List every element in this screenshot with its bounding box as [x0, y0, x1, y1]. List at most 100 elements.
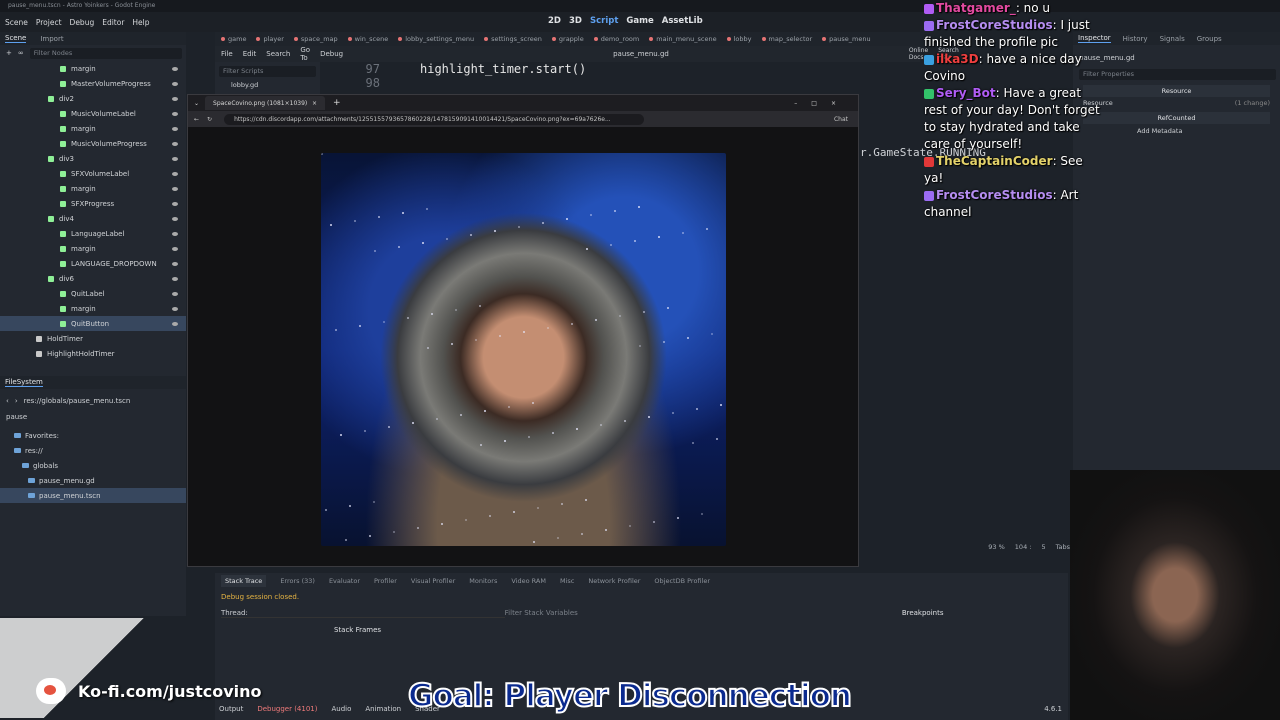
scene-tab[interactable]: player [256, 35, 284, 43]
scene-tree-node[interactable]: MusicVolumeLabel [0, 106, 186, 121]
chat-button[interactable]: Chat [834, 116, 848, 123]
browser-tab[interactable]: SpaceCovino.png (1081×1039) × [205, 96, 326, 110]
scene-tab[interactable]: settings_screen [484, 35, 542, 43]
filesystem-item[interactable]: res:// [0, 443, 186, 458]
visibility-icon[interactable] [172, 291, 178, 296]
scene-tab[interactable]: space_map [293, 35, 338, 43]
filter-properties-input[interactable]: Filter Properties [1079, 68, 1276, 80]
back-icon[interactable]: ‹ [6, 397, 9, 405]
visibility-icon[interactable] [172, 276, 178, 281]
visibility-icon[interactable] [172, 246, 178, 251]
scene-tree-node[interactable]: HighlightHoldTimer [0, 346, 186, 361]
workspace-game[interactable]: Game [626, 16, 653, 26]
visibility-icon[interactable] [172, 231, 178, 236]
menu-debug[interactable]: Debug [70, 18, 95, 27]
code-editor[interactable]: 97 highlight_timer.start() 98 [330, 62, 860, 94]
menu-editor[interactable]: Editor [102, 18, 124, 27]
thread-selector[interactable]: Thread: [221, 609, 505, 618]
visibility-icon[interactable] [172, 306, 178, 311]
script-menu-debug[interactable]: Debug [320, 50, 343, 58]
panel-output[interactable]: Output [219, 705, 243, 713]
debugger-tab[interactable]: Monitors [469, 577, 497, 585]
scene-tree-node[interactable]: margin [0, 301, 186, 316]
scene-tree-node[interactable]: MusicVolumeProgress [0, 136, 186, 151]
debugger-tab[interactable]: Profiler [374, 577, 397, 585]
visibility-icon[interactable] [172, 156, 178, 161]
workspace-3d[interactable]: 3D [569, 16, 582, 26]
tab-history[interactable]: History [1123, 35, 1148, 43]
scene-tree-node[interactable]: SFXProgress [0, 196, 186, 211]
fs-search-input[interactable]: pause [6, 413, 27, 421]
filter-scripts-input[interactable]: Filter Scripts [219, 66, 316, 77]
visibility-icon[interactable] [172, 201, 178, 206]
filesystem-item[interactable]: globals [0, 458, 186, 473]
script-menu-edit[interactable]: Edit [243, 50, 257, 58]
tab-import[interactable]: Import [40, 35, 63, 43]
scene-tree-node[interactable]: QuitLabel [0, 286, 186, 301]
visibility-icon[interactable] [172, 321, 178, 326]
tab-filesystem[interactable]: FileSystem [5, 378, 43, 387]
filesystem-item[interactable]: pause_menu.tscn [0, 488, 186, 503]
add-node-icon[interactable]: + [6, 49, 12, 57]
visibility-icon[interactable] [172, 216, 178, 221]
new-tab-icon[interactable]: + [333, 98, 341, 108]
visibility-icon[interactable] [172, 126, 178, 131]
scene-tab[interactable]: game [221, 35, 246, 43]
scene-tab[interactable]: lobby_settings_menu [398, 35, 474, 43]
workspace-script[interactable]: Script [590, 16, 618, 26]
visibility-icon[interactable] [172, 171, 178, 176]
visibility-icon[interactable] [172, 186, 178, 191]
visibility-icon[interactable] [172, 96, 178, 101]
scene-tree-node[interactable]: margin [0, 61, 186, 76]
visibility-icon[interactable] [172, 66, 178, 71]
tab-scene[interactable]: Scene [5, 34, 27, 43]
visibility-icon[interactable] [172, 111, 178, 116]
scene-tree-node[interactable]: LanguageLabel [0, 226, 186, 241]
debugger-tab[interactable]: Errors (33) [280, 577, 315, 585]
link-icon[interactable]: ∞ [18, 49, 24, 57]
panel-audio[interactable]: Audio [331, 705, 351, 713]
workspace-2d[interactable]: 2D [548, 16, 561, 26]
scene-tree-node[interactable]: div4 [0, 211, 186, 226]
filesystem-item[interactable]: Favorites: [0, 428, 186, 443]
menu-help[interactable]: Help [132, 18, 149, 27]
scene-tree-node[interactable]: div2 [0, 91, 186, 106]
debugger-tab[interactable]: Evaluator [329, 577, 360, 585]
debugger-tab[interactable]: Video RAM [511, 577, 546, 585]
panel-animation[interactable]: Animation [365, 705, 401, 713]
filter-nodes-input[interactable]: Filter Nodes [29, 47, 182, 59]
menu-scene[interactable]: Scene [5, 18, 28, 27]
scene-tab[interactable]: demo_room [593, 35, 639, 43]
scene-tree-node[interactable]: LANGUAGE_DROPDOWN [0, 256, 186, 271]
scene-tab[interactable]: main_menu_scene [649, 35, 717, 43]
script-menu-goto[interactable]: Go To [300, 46, 310, 62]
add-metadata-button[interactable]: Add Metadata [1073, 124, 1280, 135]
window-controls[interactable]: –□× [794, 100, 850, 107]
scene-tab[interactable]: pause_menu [822, 35, 871, 43]
indent-mode[interactable]: Tabs [1056, 543, 1070, 551]
debugger-tab[interactable]: Stack Trace [221, 575, 267, 587]
visibility-icon[interactable] [172, 81, 178, 86]
scene-tree-node[interactable]: MasterVolumeProgress [0, 76, 186, 91]
debugger-tab[interactable]: ObjectDB Profiler [654, 577, 710, 585]
panel-debugger[interactable]: Debugger (4101) [257, 705, 317, 713]
tab-groups[interactable]: Groups [1197, 35, 1222, 43]
visibility-icon[interactable] [172, 261, 178, 266]
scene-tree-node[interactable]: margin [0, 241, 186, 256]
forward-icon[interactable]: › [15, 397, 18, 405]
address-bar[interactable]: https://cdn.discordapp.com/attachments/1… [224, 113, 645, 125]
scene-tree-node[interactable]: div3 [0, 151, 186, 166]
resource-section[interactable]: Resource [1083, 85, 1270, 97]
menu-project[interactable]: Project [36, 18, 62, 27]
script-menu-file[interactable]: File [221, 50, 233, 58]
scene-tree-node[interactable]: HoldTimer [0, 331, 186, 346]
scene-tree-node[interactable]: margin [0, 121, 186, 136]
filesystem-item[interactable]: pause_menu.gd [0, 473, 186, 488]
debugger-tab[interactable]: Network Profiler [588, 577, 640, 585]
refcounted-section[interactable]: RefCounted [1083, 112, 1270, 124]
scene-tree-node[interactable]: div6 [0, 271, 186, 286]
visibility-icon[interactable] [172, 141, 178, 146]
refresh-icon[interactable]: ↻ [207, 116, 212, 123]
scene-tab[interactable]: win_scene [347, 35, 388, 43]
close-tab-icon[interactable]: × [312, 100, 317, 107]
